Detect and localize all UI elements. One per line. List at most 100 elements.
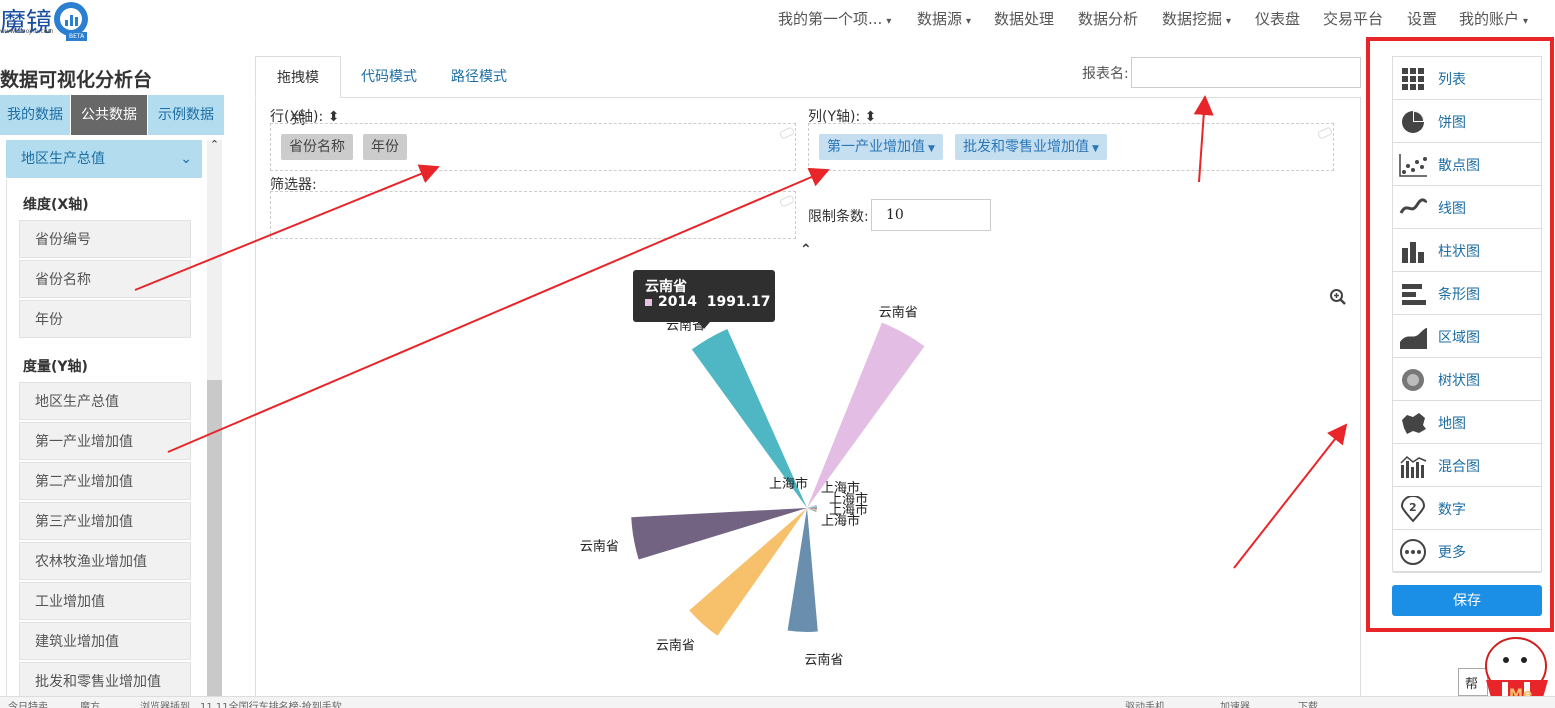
nav-item-3[interactable]: 数据分析 (1078, 8, 1138, 29)
chart-type-label: 地图 (1438, 416, 1466, 432)
nav-label: 数据挖掘 (1162, 10, 1223, 28)
report-name-input[interactable] (1131, 57, 1361, 88)
area-chart-icon (1400, 328, 1427, 349)
tooltip-year: 2014 (658, 294, 697, 310)
chart-type-pie-chart[interactable]: 饼图 (1393, 100, 1541, 143)
chart-type-list: 列表饼图散点图线图 柱状图条形图区域图 树状图地图混合图 2 数字更多 (1392, 56, 1542, 573)
chart-type-label: 散点图 (1438, 158, 1480, 174)
dimension-field[interactable]: 年份 (19, 300, 191, 338)
tab-public-data[interactable]: 公共数据 (71, 95, 147, 135)
chart-type-label: 混合图 (1438, 459, 1480, 475)
nav-item-8[interactable]: 我的账户 ▾ (1459, 8, 1528, 29)
zoom-in-icon[interactable] (1329, 288, 1347, 306)
slice-label: 上海市 (821, 513, 860, 529)
caret-down-icon: ▾ (1523, 16, 1529, 27)
chart-type-area-chart[interactable]: 区域图 (1393, 315, 1541, 358)
nav-label: 数据处理 (994, 10, 1055, 28)
statusbar-item[interactable]: 今日特卖 (8, 698, 48, 708)
horizontal-bar-icon (1402, 284, 1426, 305)
tab-drag-mode[interactable]: 拖拽模式 (255, 56, 341, 128)
svg-text:2: 2 (1409, 501, 1417, 514)
nav-item-1[interactable]: 数据源 ▾ (917, 8, 971, 29)
tooltip-pointer (698, 322, 710, 329)
tooltip-swatch (645, 298, 652, 306)
limit-input[interactable]: 10 (871, 199, 991, 231)
row-pill-province[interactable]: 省份名称 (281, 134, 353, 160)
statusbar-item[interactable]: 浏览器插到 (140, 698, 190, 708)
statusbar-item[interactable]: 下载 (1298, 698, 1318, 708)
filter-dropzone[interactable] (270, 191, 796, 239)
chart-type-bar-chart[interactable]: 柱状图 (1393, 229, 1541, 272)
nav-label: 交易平台 (1323, 10, 1384, 28)
tooltip-value: 1991.17 (706, 294, 771, 310)
dimension-field[interactable]: 省份名称 (19, 260, 191, 298)
measure-field[interactable]: 农林牧渔业增加值 (19, 542, 191, 580)
slice-label: 云南省 (580, 538, 619, 554)
caret-down-icon: ▾ (1226, 16, 1232, 27)
caret-down-icon: ▾ (966, 16, 972, 27)
beta-badge: BETA (66, 32, 88, 41)
nav-item-6[interactable]: 交易平台 (1323, 8, 1383, 29)
measure-field[interactable]: 工业增加值 (19, 582, 191, 620)
chart-type-tree[interactable]: 树状图 (1393, 358, 1541, 401)
tree-icon (1402, 369, 1424, 391)
statusbar-item[interactable]: 驱动手机 (1125, 698, 1165, 708)
measure-field[interactable]: 地区生产总值 (19, 382, 191, 420)
chart-type-more[interactable]: 更多 (1393, 530, 1541, 573)
collapse-up-icon[interactable]: ⌃ (800, 242, 812, 258)
measure-field[interactable]: 第三产业增加值 (19, 502, 191, 540)
chart-type-label: 列表 (1438, 72, 1466, 88)
chart-type-scatter[interactable]: 散点图 (1393, 143, 1541, 186)
limit-label: 限制条数: (808, 209, 869, 225)
nav-item-0[interactable]: 我的第一个项... ▾ (778, 8, 891, 29)
nav-item-4[interactable]: 数据挖掘 ▾ (1162, 8, 1231, 29)
row-pill-year[interactable]: 年份 (363, 134, 407, 160)
nav-item-7[interactable]: 设置 (1407, 8, 1437, 29)
logo-chart-icon (54, 2, 88, 36)
chart-type-line-chart[interactable]: 线图 (1393, 186, 1541, 229)
measure-field[interactable]: 第一产业增加值 (19, 422, 191, 460)
tab-code-mode[interactable]: 代码模式 (346, 56, 432, 98)
statusbar-item[interactable]: 11.11全国行车排名榜·抢到手软 (200, 698, 342, 708)
nav-label: 仪表盘 (1255, 10, 1301, 28)
chart-tooltip: 云南省 2014 1991.17 (633, 270, 775, 322)
measure-field[interactable]: 建筑业增加值 (19, 622, 191, 660)
mixed-chart-icon (1400, 455, 1427, 478)
slice-label: 云南省 (804, 652, 843, 668)
chevron-down-icon: ⌄ (180, 151, 192, 167)
chart-type-label: 饼图 (1438, 115, 1466, 131)
statusbar-item[interactable]: 魔方 (80, 698, 100, 708)
status-bar: 今日特卖 魔方 浏览器插到 11.11全国行车排名榜·抢到手软 驱动手机 加速器 下载 (0, 696, 1555, 708)
chart-type-number-pin[interactable]: 2 数字 (1393, 487, 1541, 530)
scroll-up-icon[interactable]: ⌃ (207, 138, 222, 151)
slice-label: 上海市 (769, 476, 808, 492)
slice-label: 云南省 (656, 637, 695, 653)
report-name-label: 报表名: (1082, 66, 1129, 82)
scrollbar-thumb[interactable] (207, 380, 222, 696)
tab-path-mode[interactable]: 路径模式 (436, 56, 522, 98)
chart-type-label: 更多 (1438, 545, 1466, 561)
dataset-select[interactable]: 地区生产总值 ⌄ (6, 140, 202, 178)
nav-label: 设置 (1407, 10, 1438, 28)
col-pill-retail[interactable]: 批发和零售业增加值 ▼ (955, 134, 1107, 160)
line-chart-icon (1399, 198, 1427, 214)
chart-type-label: 条形图 (1438, 287, 1480, 303)
measure-field[interactable]: 第二产业增加值 (19, 462, 191, 500)
chart-type-mixed-chart[interactable]: 混合图 (1393, 444, 1541, 487)
save-button[interactable]: 保存 (1392, 585, 1542, 616)
rose-chart[interactable]: 云南省云南省云南省云南省云南省上海市 上海市上海市上海市上海市 (560, 260, 960, 680)
chart-type-label: 数字 (1438, 502, 1466, 518)
statusbar-item[interactable]: 加速器 (1220, 698, 1250, 708)
nav-item-5[interactable]: 仪表盘 (1255, 8, 1300, 29)
measure-field[interactable]: 批发和零售业增加值 (19, 662, 191, 700)
chart-type-horizontal-bar[interactable]: 条形图 (1393, 272, 1541, 315)
chart-type-map[interactable]: 地图 (1393, 401, 1541, 444)
nav-item-2[interactable]: 数据处理 (994, 8, 1054, 29)
chart-type-grid[interactable]: 列表 (1393, 57, 1541, 100)
col-pill-primary-industry[interactable]: 第一产业增加值 ▼ (819, 134, 943, 160)
tab-my-data[interactable]: 我的数据 (0, 95, 70, 135)
tab-sample-data[interactable]: 示例数据 (148, 95, 224, 135)
dimension-field[interactable]: 省份编号 (19, 220, 191, 258)
scatter-icon (1399, 154, 1427, 177)
app-logo[interactable]: 魔镜 www.moojnn.com BETA (0, 2, 100, 42)
